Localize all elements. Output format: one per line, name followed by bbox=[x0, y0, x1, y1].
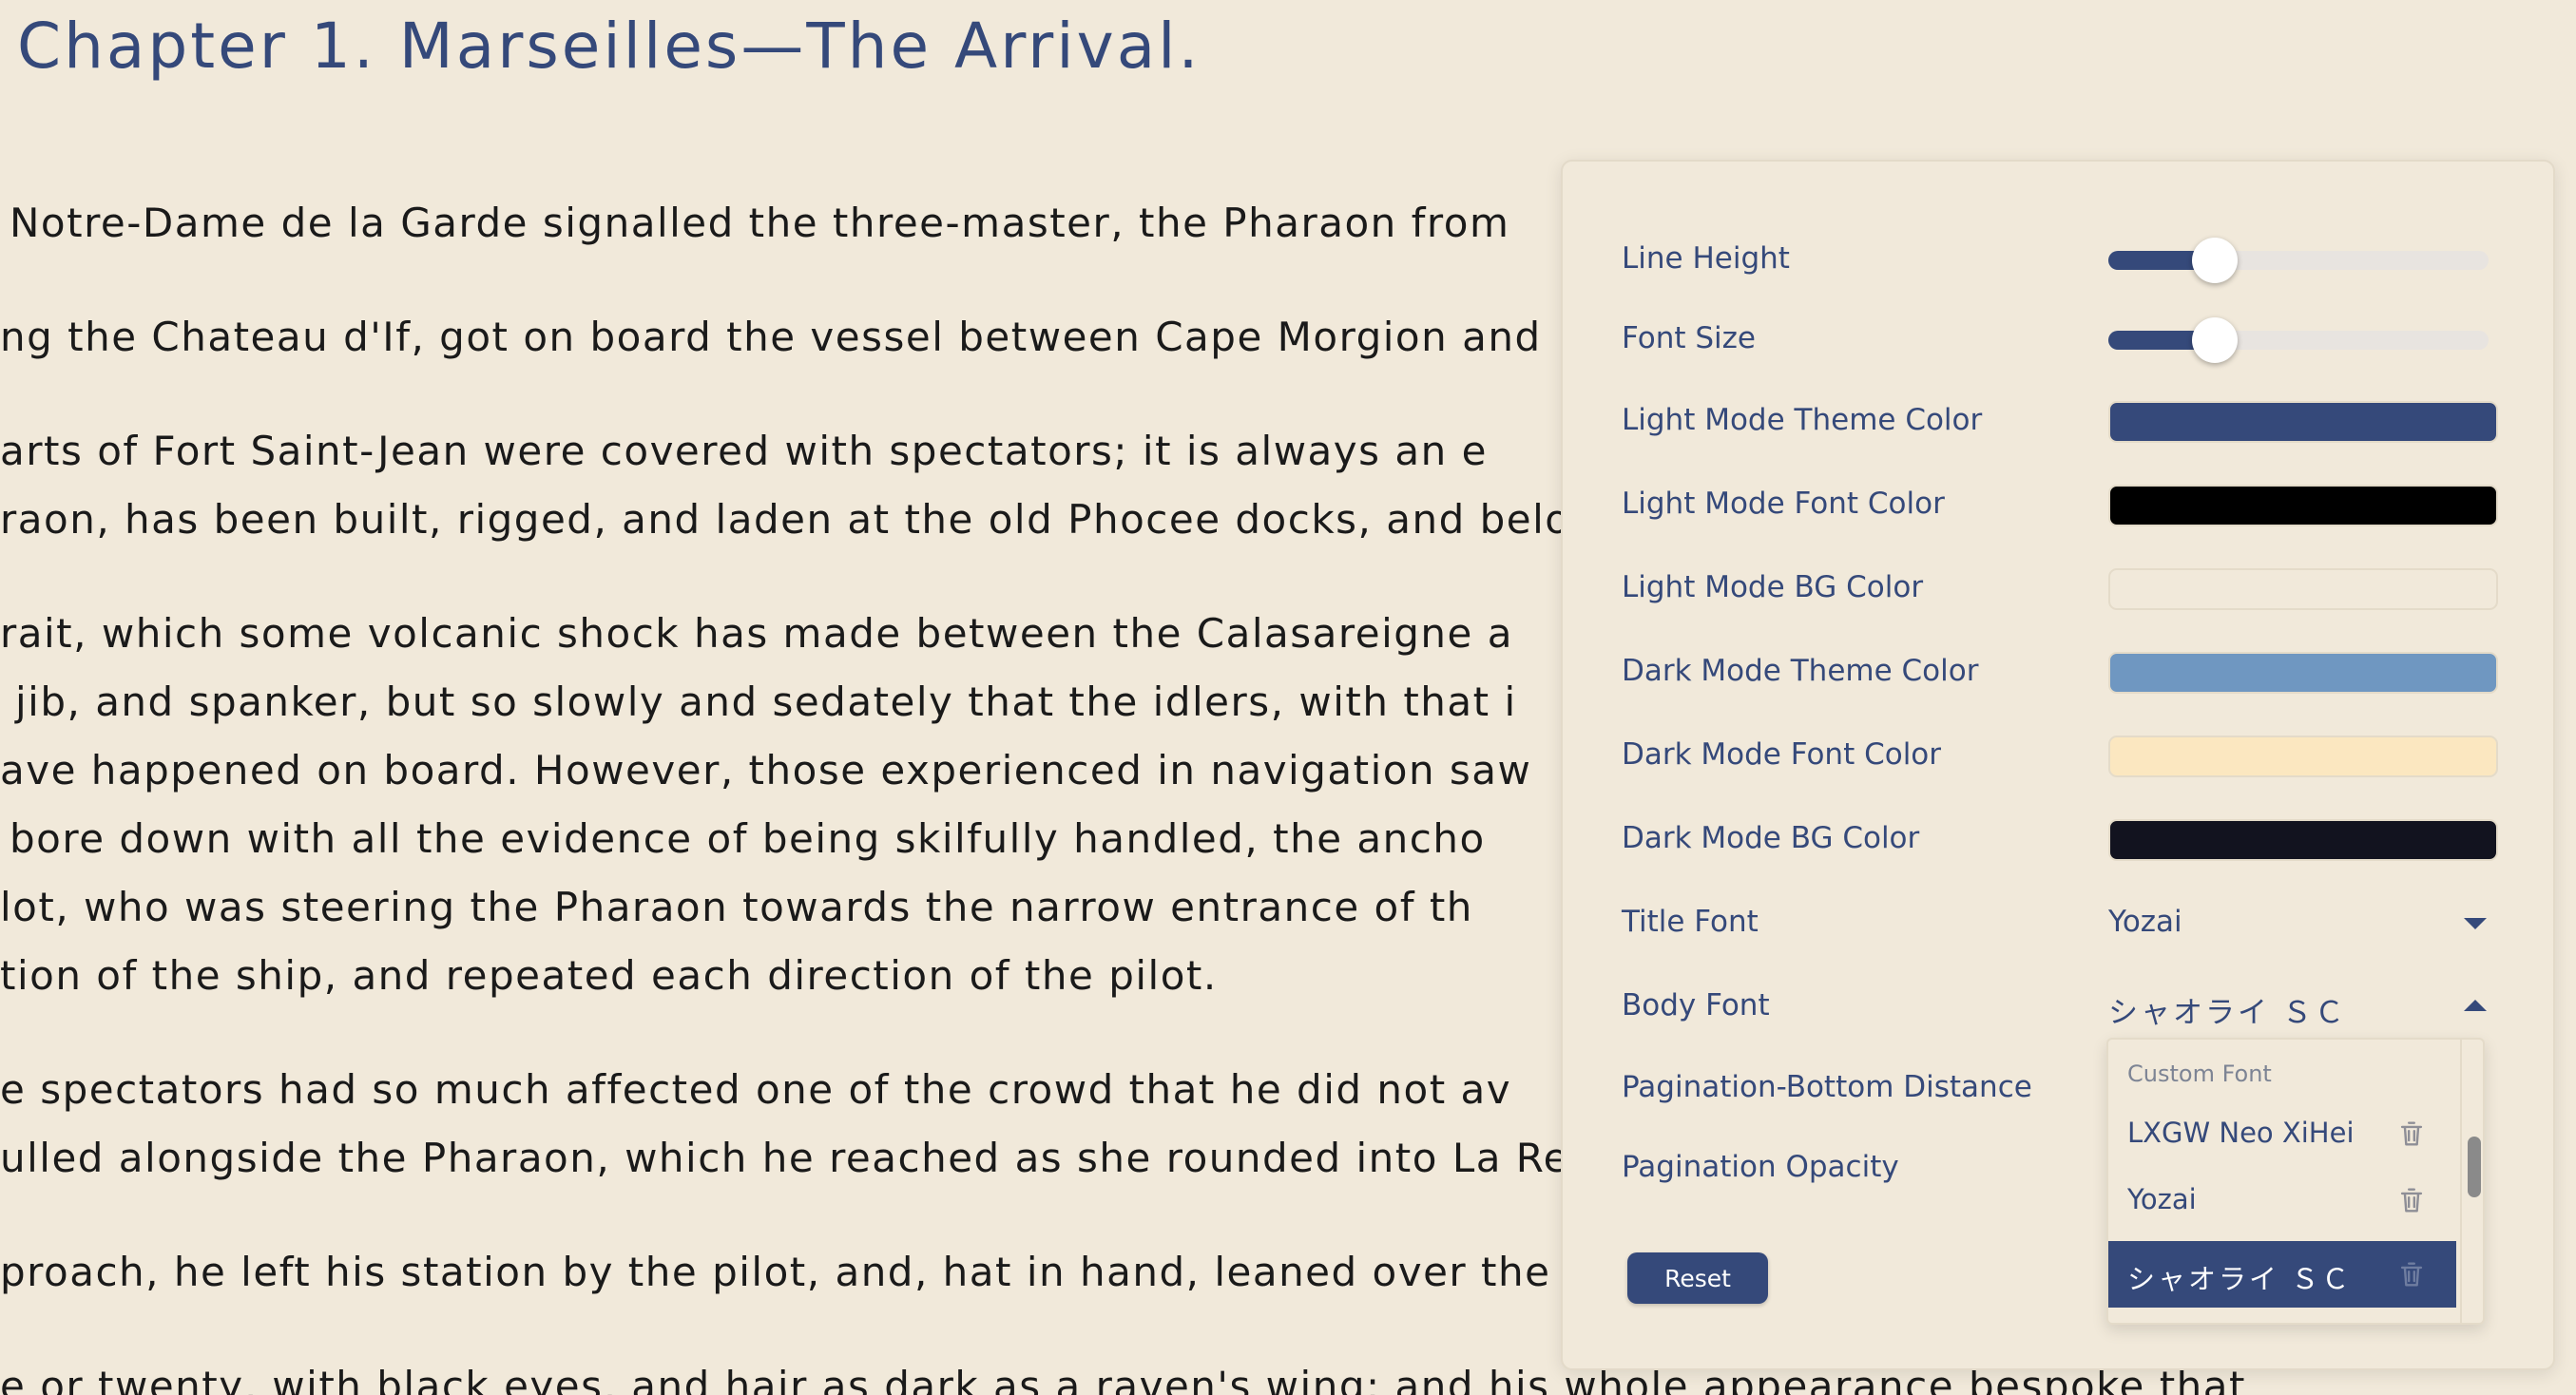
text-line: tion of the ship, and repeated each dire… bbox=[0, 952, 1218, 999]
body-font-dropdown[interactable]: Custom Font LXGW Neo XiHei Yozai シャオライ Ｓ… bbox=[2106, 1038, 2485, 1325]
slider-thumb[interactable] bbox=[2192, 317, 2238, 363]
line-height-slider[interactable] bbox=[2108, 238, 2489, 283]
slider-thumb[interactable] bbox=[2192, 238, 2238, 283]
font-option-selected[interactable]: シャオライ ＳＣ bbox=[2108, 1241, 2456, 1308]
text-line: arts of Fort Saint-Jean were covered wit… bbox=[0, 428, 1488, 474]
text-line: rait, which some volcanic shock has made… bbox=[0, 610, 1513, 657]
dropdown-group-label: Custom Font bbox=[2127, 1061, 2272, 1087]
dark-theme-color-label: Dark Mode Theme Color bbox=[1622, 654, 1979, 688]
dark-font-color-label: Dark Mode Font Color bbox=[1622, 737, 1942, 772]
chevron-up-icon[interactable] bbox=[2464, 1000, 2487, 1011]
dropdown-scrollbar[interactable] bbox=[2460, 1040, 2483, 1323]
pagination-opacity-label: Pagination Opacity bbox=[1622, 1150, 1899, 1184]
light-bg-color-swatch[interactable] bbox=[2108, 568, 2498, 610]
dark-bg-color-swatch[interactable] bbox=[2108, 819, 2498, 861]
text-line: ulled alongside the Pharaon, which he re… bbox=[0, 1135, 1569, 1181]
light-theme-color-label: Light Mode Theme Color bbox=[1622, 403, 1983, 437]
title-font-label: Title Font bbox=[1622, 905, 1759, 939]
chapter-title: Chapter 1. Marseilles—The Arrival. bbox=[17, 10, 1201, 83]
light-font-color-swatch[interactable] bbox=[2108, 485, 2498, 526]
text-line: proach, he left his station by the pilot… bbox=[0, 1249, 1551, 1295]
text-line: ave happened on board. However, those ex… bbox=[0, 747, 1532, 793]
font-option[interactable]: Yozai bbox=[2108, 1167, 2456, 1233]
reset-button[interactable]: Reset bbox=[1627, 1252, 1768, 1304]
text-line: e spectators had so much affected one of… bbox=[0, 1066, 1512, 1113]
font-option[interactable]: LXGW Neo XiHei bbox=[2108, 1100, 2456, 1167]
title-font-select[interactable]: Yozai bbox=[2108, 905, 2182, 939]
text-line: bore down with all the evidence of being… bbox=[10, 815, 1486, 862]
font-size-slider[interactable] bbox=[2108, 317, 2489, 363]
text-line: Notre-Dame de la Garde signalled the thr… bbox=[10, 200, 1510, 246]
dark-font-color-swatch[interactable] bbox=[2108, 736, 2498, 777]
body-font-select[interactable]: シャオライ ＳＣ bbox=[2108, 988, 2347, 1031]
trash-icon[interactable] bbox=[2395, 1184, 2428, 1216]
light-theme-color-swatch[interactable] bbox=[2108, 401, 2498, 443]
dark-theme-color-swatch[interactable] bbox=[2108, 652, 2498, 694]
light-bg-color-label: Light Mode BG Color bbox=[1622, 570, 1924, 604]
trash-icon[interactable] bbox=[2395, 1118, 2428, 1150]
font-option-label: Yozai bbox=[2127, 1183, 2197, 1215]
light-font-color-label: Light Mode Font Color bbox=[1622, 487, 1945, 521]
font-size-label: Font Size bbox=[1622, 321, 1756, 355]
pagination-bottom-label: Pagination-Bottom Distance bbox=[1622, 1070, 2032, 1104]
chevron-down-icon[interactable] bbox=[2464, 918, 2487, 929]
body-font-label: Body Font bbox=[1622, 988, 1770, 1022]
text-line: ng the Chateau d'If, got on board the ve… bbox=[0, 314, 1542, 360]
text-line: lot, who was steering the Pharaon toward… bbox=[0, 884, 1473, 930]
text-line: raon, has been built, rigged, and laden … bbox=[0, 496, 1571, 543]
font-option-label: LXGW Neo XiHei bbox=[2127, 1117, 2355, 1149]
dark-bg-color-label: Dark Mode BG Color bbox=[1622, 821, 1920, 855]
trash-icon[interactable] bbox=[2395, 1258, 2428, 1290]
text-line: jib, and spanker, but so slowly and seda… bbox=[15, 678, 1517, 725]
font-option-label: シャオライ ＳＣ bbox=[2127, 1263, 2353, 1295]
line-height-label: Line Height bbox=[1622, 241, 1790, 276]
scrollbar-thumb[interactable] bbox=[2468, 1137, 2481, 1197]
